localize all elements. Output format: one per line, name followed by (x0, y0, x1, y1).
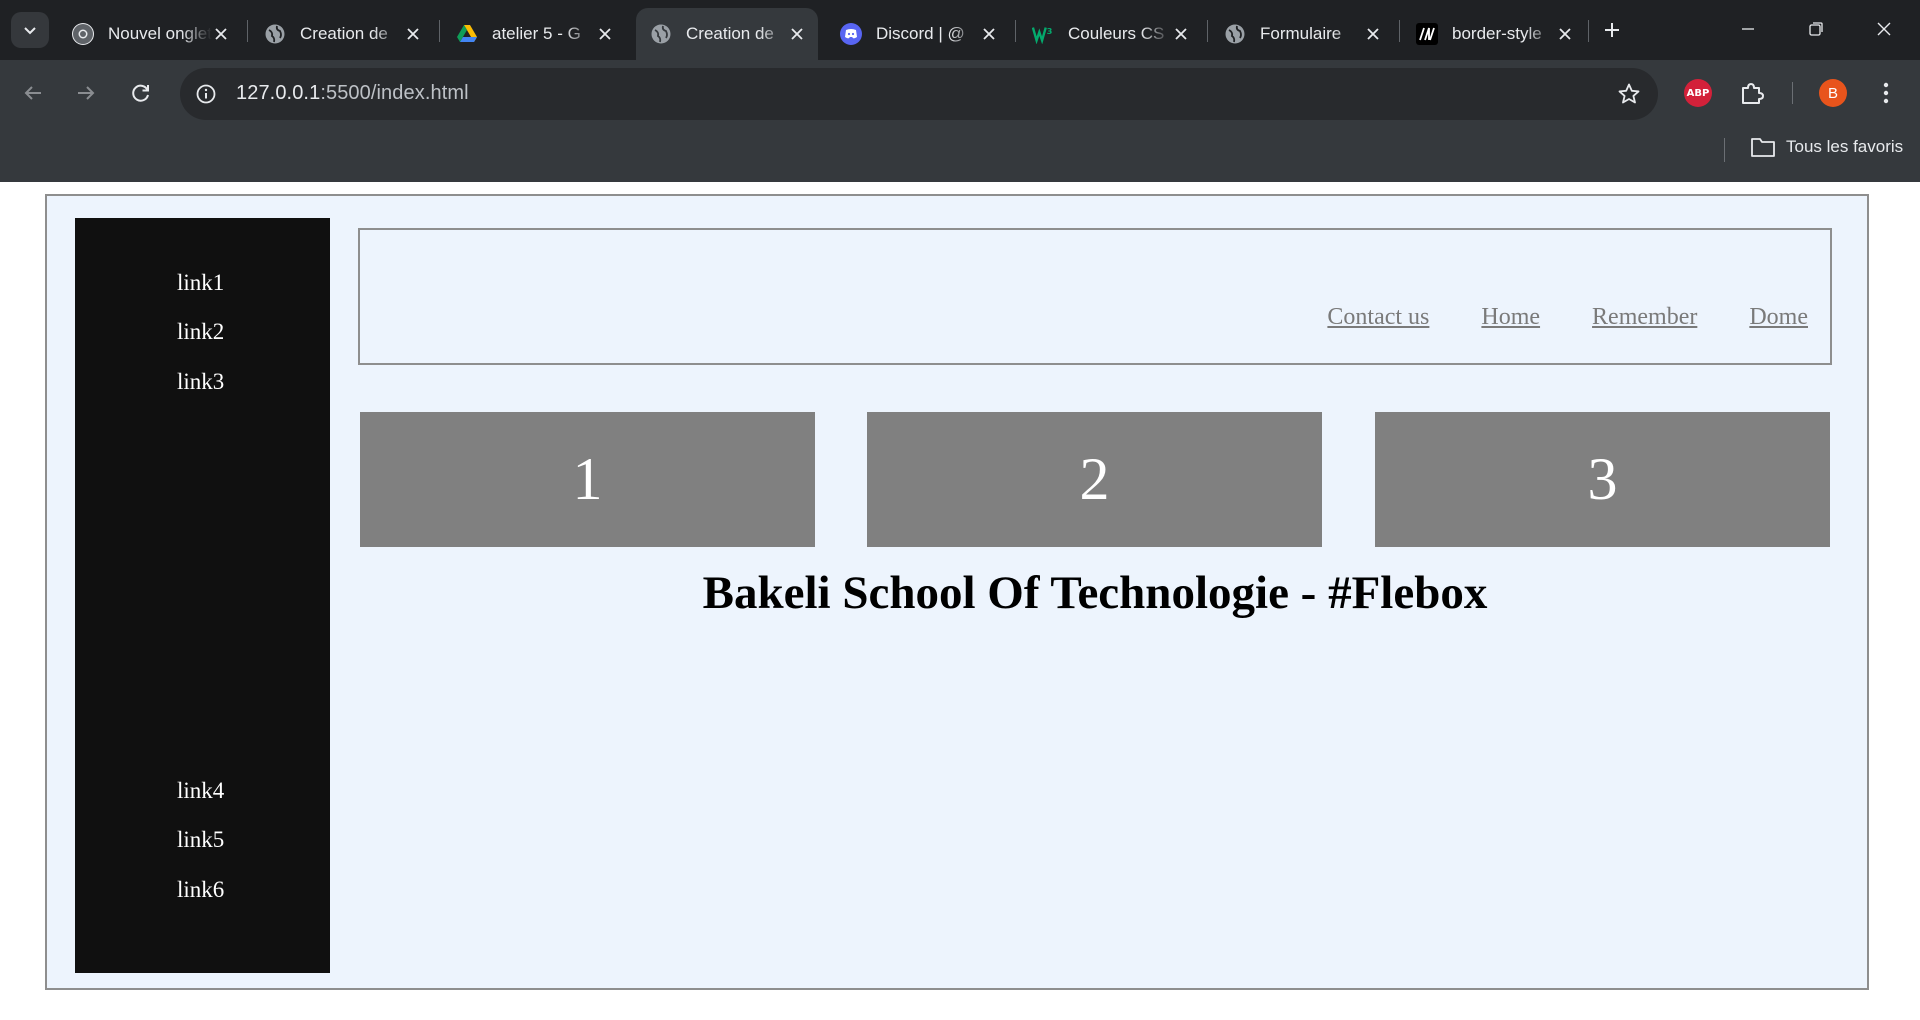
tab-formulaire[interactable]: Formulaire (1210, 8, 1394, 60)
close-tab-icon[interactable] (1362, 23, 1384, 45)
nav-link-remember[interactable]: Remember (1592, 304, 1697, 331)
flex-box-1: 1 (360, 412, 815, 547)
sidebar-link-6[interactable]: link6 (177, 877, 224, 903)
close-icon (1877, 22, 1891, 36)
page-header: Contact us Home Remember Dome (358, 228, 1832, 365)
url-text[interactable]: 127.0.0.1:5500/index.html (236, 82, 469, 105)
url-path: :5500/index.html (320, 82, 469, 104)
tab-creation-active[interactable]: Creation de (636, 8, 818, 60)
close-tab-icon[interactable] (402, 23, 424, 45)
tab-title: border-style (1452, 24, 1542, 43)
browser-toolbar: 127.0.0.1:5500/index.html ABP B (0, 60, 1920, 126)
more-menu-icon[interactable] (1874, 77, 1898, 109)
sidebar-link-4[interactable]: link4 (177, 778, 224, 804)
arrow-right-icon (78, 86, 95, 100)
tab-divider (1015, 20, 1016, 42)
nav-link-dome[interactable]: Dome (1749, 304, 1808, 331)
page-viewport: link1 link2 link3 link4 link5 link6 Cont… (0, 182, 1920, 1020)
tab-nouvel-onglet[interactable]: Nouvel onglet (58, 8, 242, 60)
tab-divider (1588, 20, 1589, 42)
tab-strip: Nouvel onglet Creation de atelier 5 - G … (0, 0, 1920, 60)
sidebar-link-5[interactable]: link5 (177, 827, 224, 853)
tab-title: Nouvel onglet (108, 24, 212, 43)
tab-title: Discord | @ (876, 24, 965, 43)
tab-creation-1[interactable]: Creation de (250, 8, 434, 60)
drive-icon (456, 23, 478, 45)
reload-button[interactable] (124, 76, 158, 110)
arrow-left-icon (24, 86, 41, 100)
tab-divider (247, 20, 248, 42)
globe-icon (1224, 23, 1246, 45)
folder-icon (1751, 138, 1775, 157)
toolbar-divider (1792, 82, 1793, 104)
close-tab-icon[interactable] (594, 23, 616, 45)
sidebar-link-1[interactable]: link1 (177, 270, 224, 296)
mdn-icon (1416, 23, 1438, 45)
minimize-button[interactable] (1728, 12, 1768, 46)
flex-box-3: 3 (1375, 412, 1830, 547)
close-tab-icon[interactable] (978, 23, 1000, 45)
tab-divider (1207, 20, 1208, 42)
tab-divider (1399, 20, 1400, 42)
globe-icon (264, 23, 286, 45)
sidebar-link-2[interactable]: link2 (177, 319, 224, 345)
close-window-button[interactable] (1864, 12, 1904, 46)
discord-icon (840, 23, 862, 45)
close-tab-icon[interactable] (786, 23, 808, 45)
bookmark-star-icon[interactable] (1616, 81, 1642, 107)
all-bookmarks-button[interactable]: Tous les favoris (1750, 136, 1903, 158)
tab-search-button[interactable] (11, 12, 49, 48)
close-tab-icon[interactable] (1554, 23, 1576, 45)
svg-text:3: 3 (1047, 26, 1053, 36)
profile-initial: B (1827, 84, 1838, 102)
nav-link-home[interactable]: Home (1481, 304, 1540, 331)
flex-box-2: 2 (867, 412, 1322, 547)
tab-border-style[interactable]: border-style (1402, 8, 1586, 60)
tab-divider (439, 20, 440, 42)
nav-link-contact-us[interactable]: Contact us (1327, 304, 1429, 331)
globe-icon (650, 23, 672, 45)
address-bar[interactable]: 127.0.0.1:5500/index.html (180, 68, 1658, 120)
tab-title: Formulaire (1260, 24, 1342, 43)
new-tab-button[interactable] (1597, 15, 1627, 45)
tab-title: Creation de (300, 24, 388, 43)
restore-icon (1809, 22, 1823, 36)
tab-title: Creation de (686, 24, 774, 43)
tab-atelier[interactable]: atelier 5 - G (442, 8, 626, 60)
w3-icon: 3 (1032, 23, 1054, 45)
all-bookmarks-label: Tous les favoris (1786, 137, 1904, 156)
tab-discord[interactable]: Discord | @ (826, 8, 1010, 60)
page-container: link1 link2 link3 link4 link5 link6 Cont… (45, 194, 1869, 990)
page-heading: Bakeli School Of Technologie - #Flebox (702, 567, 1488, 619)
minimize-icon (1742, 28, 1754, 30)
url-host: 127.0.0.1 (236, 82, 321, 104)
restore-button[interactable] (1796, 12, 1836, 46)
close-tab-icon[interactable] (210, 23, 232, 45)
adblock-extension-icon[interactable]: ABP (1684, 79, 1712, 107)
reload-icon (132, 84, 149, 102)
back-button[interactable] (16, 76, 50, 110)
flex-box-row: 1 2 3 (360, 412, 1830, 547)
bookmarks-bar: Tous les favoris (0, 126, 1920, 182)
tab-title: Couleurs CS (1068, 24, 1165, 43)
bookmarks-divider (1724, 138, 1725, 162)
chrome-icon (72, 23, 94, 45)
sidebar: link1 link2 link3 link4 link5 link6 (75, 218, 330, 973)
tab-couleurs[interactable]: 3 Couleurs CS (1018, 8, 1202, 60)
header-nav: Contact us Home Remember Dome (1327, 304, 1808, 331)
abp-label: ABP (1686, 87, 1710, 99)
chevron-down-icon (24, 27, 36, 35)
site-info-icon[interactable] (194, 82, 218, 106)
profile-avatar[interactable]: B (1819, 79, 1847, 107)
sidebar-link-3[interactable]: link3 (177, 369, 224, 395)
close-tab-icon[interactable] (1170, 23, 1192, 45)
tab-title: atelier 5 - G (492, 24, 581, 43)
extensions-puzzle-icon[interactable] (1736, 77, 1768, 109)
forward-button[interactable] (69, 76, 103, 110)
plus-icon (1605, 23, 1619, 37)
